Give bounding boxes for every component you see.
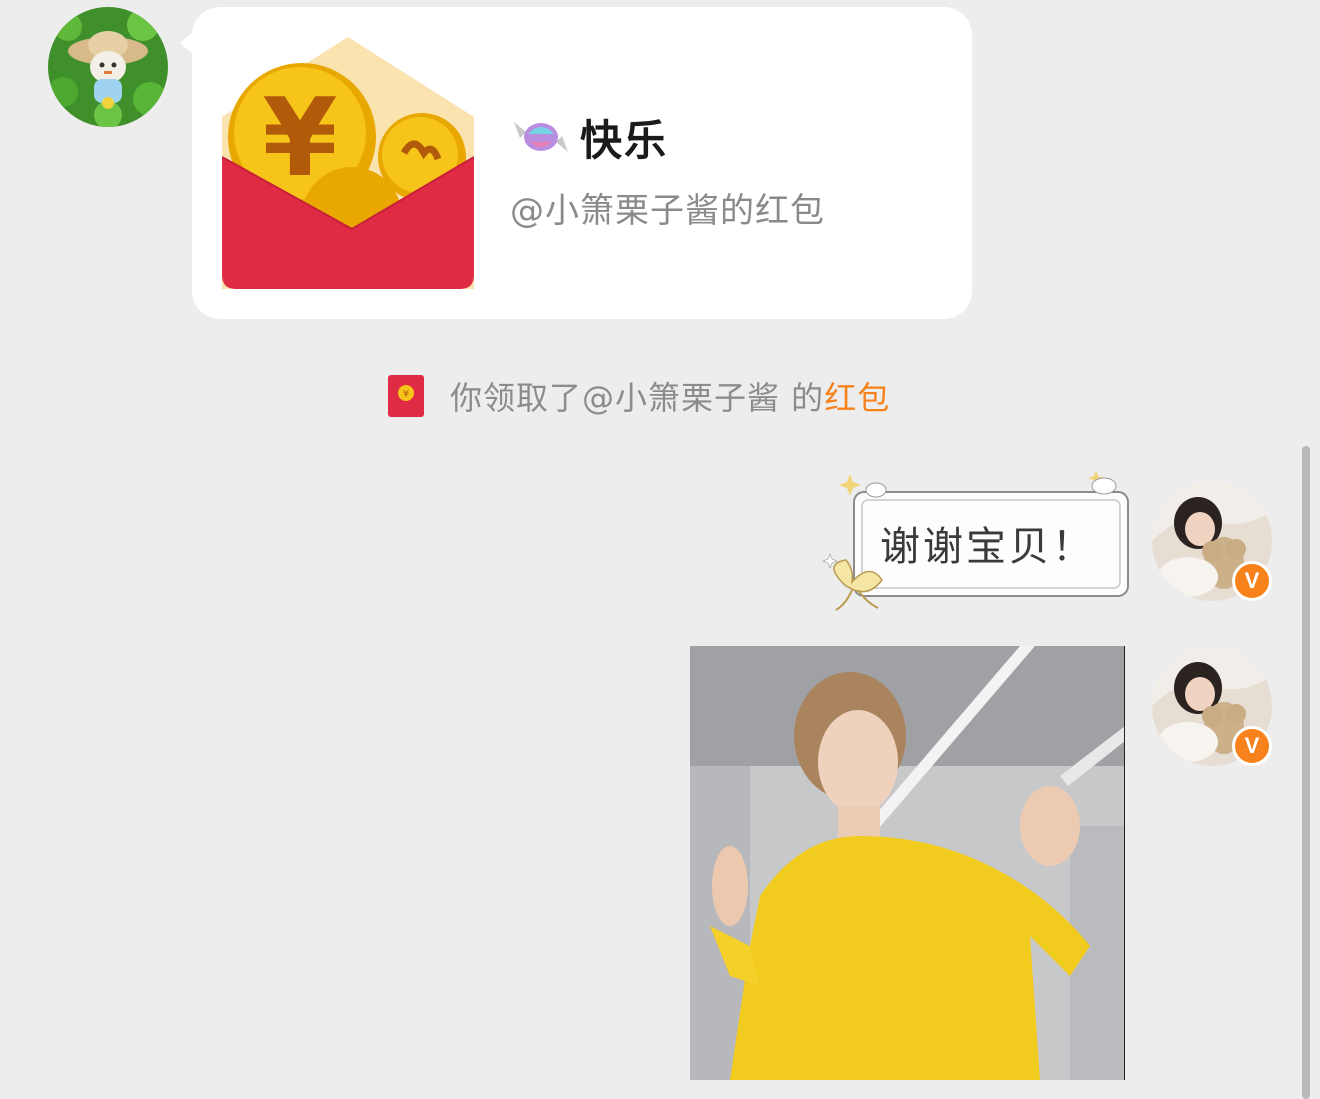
red-packet-title: 快乐 xyxy=(580,115,669,165)
photo-icon xyxy=(690,646,1125,1080)
chat-screen: ¥ 快乐 @小箫栗子酱的红包 ¥ 你领取了@小箫栗子酱 的 红包 V 谢谢宝贝！… xyxy=(0,0,1320,1099)
scrollbar[interactable] xyxy=(1302,446,1310,1099)
red-packet-received-notice: ¥ 你领取了@小箫栗子酱 的 红包 xyxy=(388,370,890,422)
red-packet-link[interactable]: 红包 xyxy=(824,373,890,419)
red-packet-sender: @小箫栗子酱的红包 xyxy=(510,191,825,231)
avatar-icon xyxy=(48,7,168,127)
sender-avatar[interactable] xyxy=(48,7,168,127)
sticker-text-bubble[interactable]: 谢谢宝贝！ xyxy=(816,466,1132,616)
red-envelope-icon: ¥ xyxy=(222,37,474,289)
red-packet-card[interactable]: ¥ 快乐 @小箫栗子酱的红包 xyxy=(180,7,972,319)
svg-text:¥: ¥ xyxy=(403,389,409,400)
verified-badge: V xyxy=(1232,561,1272,601)
verified-badge: V xyxy=(1232,726,1272,766)
notice-text: 你领取了@小箫栗子酱 的 xyxy=(450,379,825,417)
reply-text: 谢谢宝贝！ xyxy=(880,524,1095,570)
small-red-envelope-icon: ¥ xyxy=(388,375,424,417)
red-packet-title-row: 快乐 xyxy=(510,107,668,167)
image-message[interactable] xyxy=(690,646,1125,1080)
candy-icon xyxy=(514,122,568,152)
